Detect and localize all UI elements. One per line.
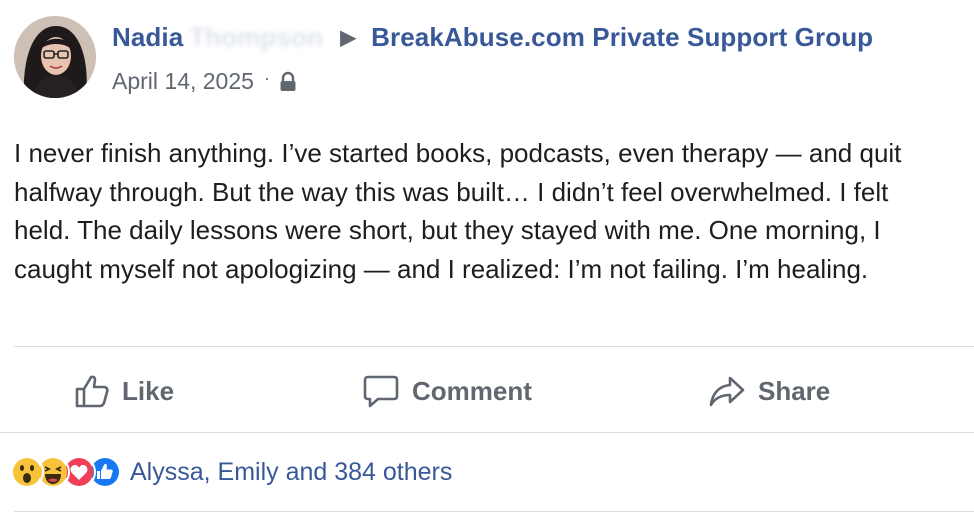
reaction-summary[interactable]: Alyssa, Emily and 384 others bbox=[10, 454, 452, 490]
divider bbox=[0, 432, 974, 433]
divider bbox=[14, 346, 974, 347]
comment-button[interactable]: Comment bbox=[362, 370, 532, 412]
divider bbox=[14, 511, 974, 512]
group-name-link[interactable]: BreakAbuse.com Private Support Group bbox=[371, 22, 873, 52]
post-text: I never finish anything. I’ve started bo… bbox=[14, 138, 902, 284]
post-header: Nadia Thompson ▶ BreakAbuse.com Private S… bbox=[112, 22, 873, 53]
meta-separator: · bbox=[263, 68, 270, 88]
author-last-name[interactable]: Thompson bbox=[189, 22, 323, 52]
wow-icon bbox=[10, 455, 44, 489]
like-button[interactable]: Like bbox=[74, 370, 174, 412]
share-arrow-icon bbox=[709, 376, 745, 407]
triangle-right-icon: ▶ bbox=[340, 27, 356, 49]
thumbs-up-icon bbox=[75, 375, 109, 408]
post-card: Nadia Thompson ▶ BreakAbuse.com Private S… bbox=[0, 0, 974, 518]
share-button[interactable]: Share bbox=[708, 370, 830, 412]
post-date[interactable]: April 14, 2025 bbox=[112, 68, 254, 95]
author-avatar[interactable] bbox=[14, 16, 96, 98]
share-label: Share bbox=[758, 375, 831, 406]
author-first-name[interactable]: Nadia bbox=[112, 22, 183, 52]
author-name-link[interactable]: Nadia Thompson bbox=[112, 22, 323, 52]
lock-icon[interactable] bbox=[278, 71, 298, 93]
like-label: Like bbox=[122, 375, 175, 406]
comment-bubble-icon bbox=[363, 375, 399, 408]
post-meta: April 14, 2025 · bbox=[112, 68, 298, 95]
reaction-names-link[interactable]: Alyssa, Emily and 384 others bbox=[130, 458, 452, 487]
comment-label: Comment bbox=[412, 375, 532, 406]
avatar-photo bbox=[14, 16, 96, 98]
